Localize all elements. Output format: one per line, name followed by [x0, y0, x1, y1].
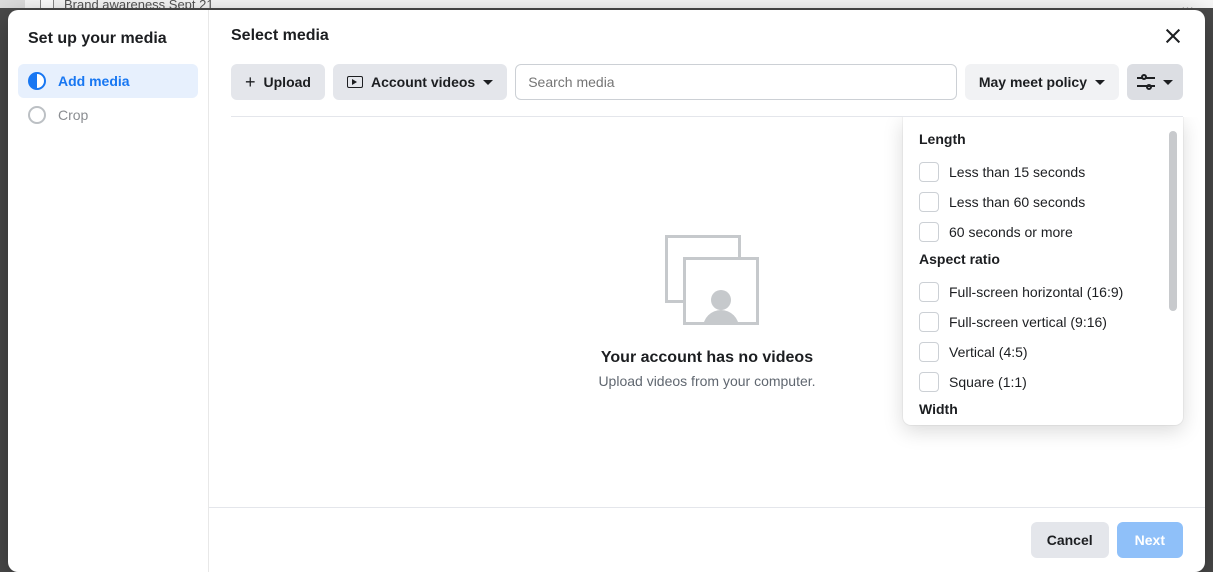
- checkbox[interactable]: [919, 282, 939, 302]
- filter-option-9-16[interactable]: Full-screen vertical (9:16): [919, 307, 1167, 337]
- filter-option-label: Full-screen horizontal (16:9): [949, 284, 1123, 300]
- filter-option-lt-60s[interactable]: Less than 60 seconds: [919, 187, 1167, 217]
- filter-option-ge-60s[interactable]: 60 seconds or more: [919, 217, 1167, 247]
- panel-scrollbar[interactable]: [1169, 131, 1177, 425]
- filter-option-label: Less than 60 seconds: [949, 194, 1085, 210]
- step-empty-icon: [28, 106, 46, 124]
- upload-label: Upload: [264, 74, 311, 90]
- checkbox[interactable]: [919, 222, 939, 242]
- sidebar-step-crop[interactable]: Crop: [18, 98, 198, 132]
- toolbar: + Upload Account videos May meet policy: [209, 50, 1205, 116]
- upload-button[interactable]: + Upload: [231, 64, 325, 100]
- filter-option-label: Square (1:1): [949, 374, 1027, 390]
- close-icon[interactable]: [1163, 26, 1183, 46]
- checkbox[interactable]: [919, 342, 939, 362]
- filter-group-heading-length: Length: [919, 131, 1167, 147]
- filter-option-label: Full-screen vertical (9:16): [949, 314, 1107, 330]
- policy-filter-dropdown[interactable]: May meet policy: [965, 64, 1119, 100]
- filter-option-16-9[interactable]: Full-screen horizontal (16:9): [919, 277, 1167, 307]
- main-panel: Select media + Upload Account videos May…: [208, 10, 1205, 572]
- filter-group-heading-width: Width: [919, 401, 1167, 417]
- background-checkbox: [40, 0, 54, 8]
- filter-option-label: 60 seconds or more: [949, 224, 1073, 240]
- sidebar-title: Set up your media: [18, 30, 198, 64]
- empty-subtitle: Upload videos from your computer.: [598, 373, 815, 389]
- checkbox[interactable]: [919, 162, 939, 182]
- empty-title: Your account has no videos: [601, 349, 813, 367]
- step-progress-icon: [28, 72, 46, 90]
- sidebar: Set up your media Add media Crop: [8, 10, 208, 572]
- cancel-button[interactable]: Cancel: [1031, 522, 1109, 558]
- checkbox[interactable]: [919, 312, 939, 332]
- account-videos-label: Account videos: [371, 74, 475, 90]
- sidebar-step-label: Add media: [58, 73, 130, 89]
- video-icon: [347, 76, 363, 88]
- media-modal: Set up your media Add media Crop Select …: [8, 10, 1205, 572]
- background-campaign-row: Brand awareness Sept 21 …: [25, 0, 1213, 8]
- checkbox[interactable]: [919, 192, 939, 212]
- sidebar-step-add-media[interactable]: Add media: [18, 64, 198, 98]
- filter-panel: Length Less than 15 seconds Less than 60…: [903, 117, 1183, 425]
- filter-scroll: Length Less than 15 seconds Less than 60…: [919, 131, 1167, 425]
- filter-option-label: Less than 15 seconds: [949, 164, 1085, 180]
- more-icon: …: [1181, 0, 1213, 8]
- chevron-down-icon: [1095, 80, 1105, 85]
- sliders-icon: [1137, 75, 1155, 89]
- filter-option-lt-15s[interactable]: Less than 15 seconds: [919, 157, 1167, 187]
- chevron-down-icon: [1163, 80, 1173, 85]
- modal-title: Select media: [231, 27, 329, 45]
- account-videos-dropdown[interactable]: Account videos: [333, 64, 507, 100]
- background-row-label: Brand awareness Sept 21: [64, 0, 1181, 8]
- filter-group-heading-aspect: Aspect ratio: [919, 251, 1167, 267]
- next-button[interactable]: Next: [1117, 522, 1183, 558]
- policy-label: May meet policy: [979, 74, 1087, 90]
- modal-footer: Cancel Next: [209, 507, 1205, 572]
- modal-header: Select media: [209, 10, 1205, 50]
- filters-button[interactable]: [1127, 64, 1183, 100]
- chevron-down-icon: [483, 80, 493, 85]
- filter-option-4-5[interactable]: Vertical (4:5): [919, 337, 1167, 367]
- scrollbar-thumb[interactable]: [1169, 131, 1177, 311]
- filter-option-label: Vertical (4:5): [949, 344, 1028, 360]
- sidebar-step-label: Crop: [58, 107, 88, 123]
- filter-option-1-1[interactable]: Square (1:1): [919, 367, 1167, 397]
- checkbox[interactable]: [919, 372, 939, 392]
- content-area: Your account has no videos Upload videos…: [209, 117, 1205, 507]
- search-input[interactable]: [515, 64, 957, 100]
- empty-illustration: [653, 235, 761, 331]
- plus-icon: +: [245, 73, 256, 91]
